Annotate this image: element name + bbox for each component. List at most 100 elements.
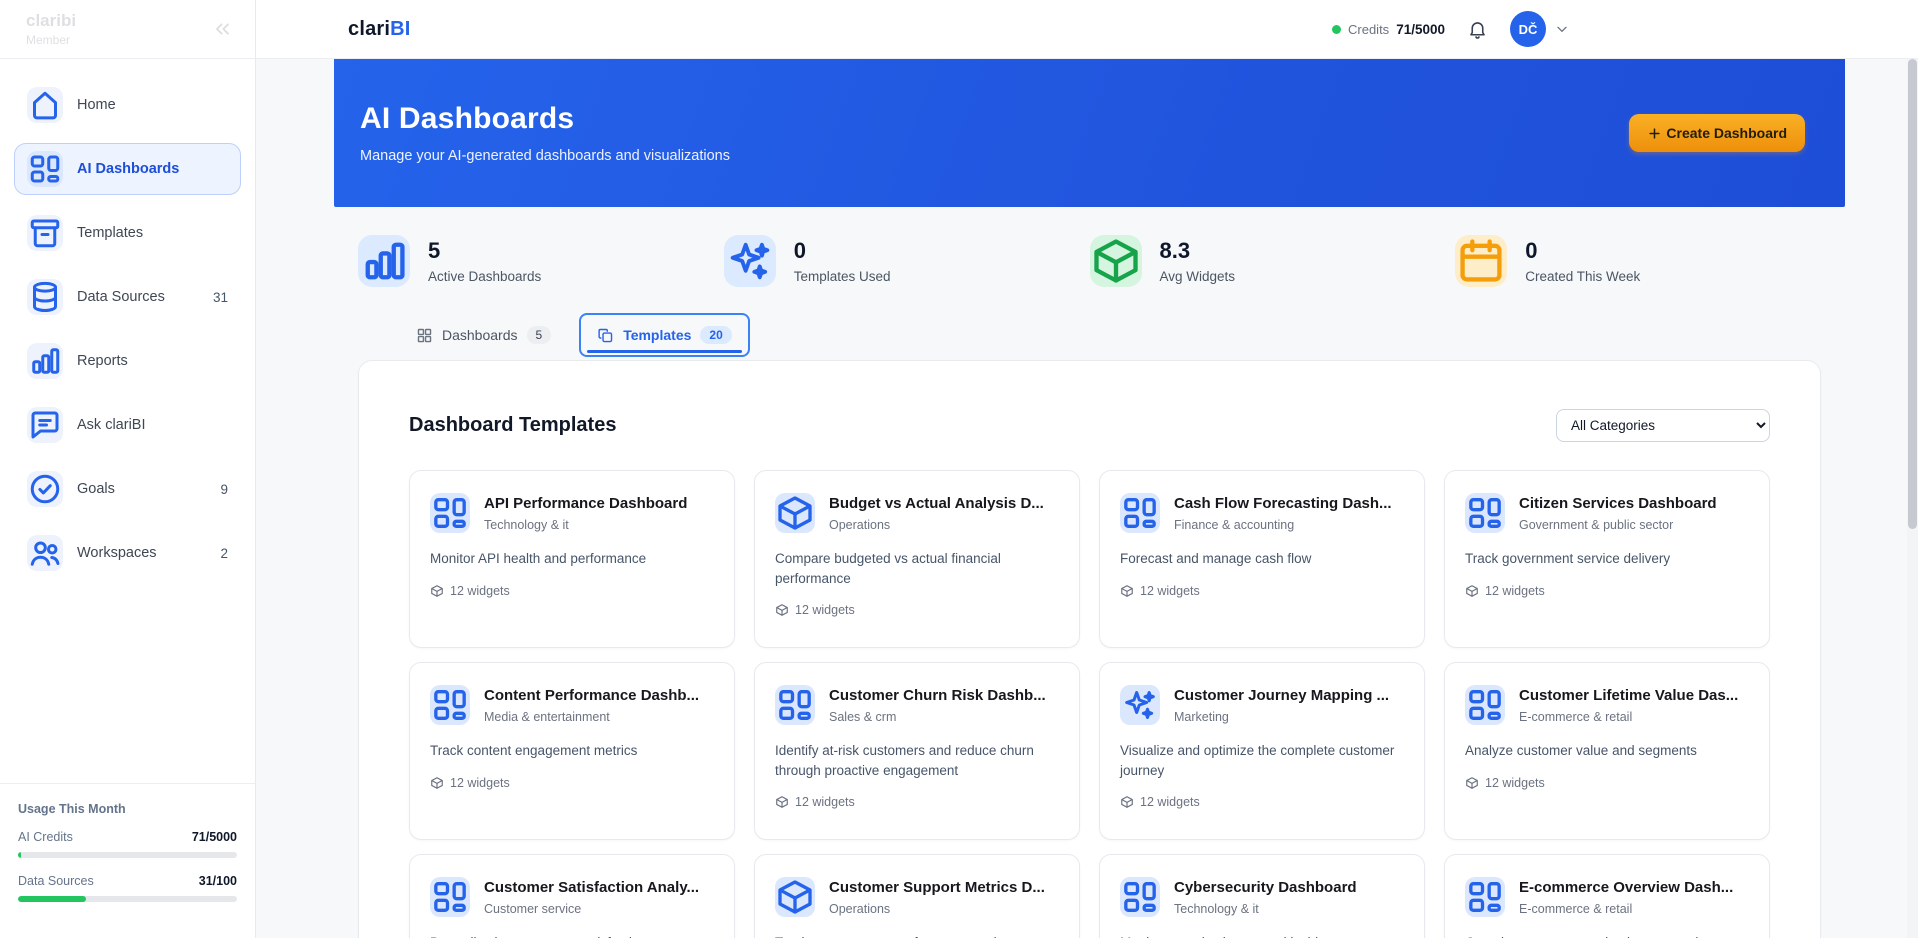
template-category: Customer service <box>484 902 582 916</box>
tab-count-badge: 5 <box>526 326 552 344</box>
cube-icon <box>1465 776 1479 790</box>
cube-icon <box>778 880 812 914</box>
scrollbar[interactable] <box>1907 59 1918 938</box>
template-card[interactable]: Citizen Services Dashboard Government & … <box>1444 470 1770 648</box>
usage-progress-track <box>18 896 237 902</box>
dashboard-icon <box>30 155 60 183</box>
dashboard-icon <box>1469 882 1501 912</box>
usage-value: 31/100 <box>198 874 237 888</box>
credits-indicator: Credits 71/5000 <box>1332 22 1445 37</box>
sidebar-item-badge: 9 <box>220 481 228 497</box>
template-card[interactable]: API Performance Dashboard Technology & i… <box>409 470 735 648</box>
sidebar-item-workspaces[interactable]: Workspaces 2 <box>14 527 241 579</box>
bell-icon <box>1470 21 1485 39</box>
sidebar-item-label: Goals <box>77 481 115 497</box>
template-widget-count: 12 widgets <box>1120 795 1404 809</box>
home-icon <box>33 91 57 120</box>
tab-count-badge: 20 <box>700 326 732 344</box>
app-logo-prefix: clari <box>348 17 391 40</box>
page-subtitle: Manage your AI-generated dashboards and … <box>360 148 730 164</box>
sidebar-item-ai-dashboards[interactable]: AI Dashboards <box>14 143 241 195</box>
cube-icon <box>431 584 443 597</box>
template-description: Compare budgeted vs actual financial per… <box>775 551 1001 586</box>
template-title: Citizen Services Dashboard <box>1519 495 1717 512</box>
template-category: E-commerce & retail <box>1519 710 1633 724</box>
stat-label: Templates Used <box>793 269 891 284</box>
sidebar-item-reports[interactable]: Reports <box>14 335 241 387</box>
tab-label: Dashboards <box>442 327 518 343</box>
sidebar-item-data-sources[interactable]: Data Sources 31 <box>14 271 241 323</box>
template-title: Customer Journey Mapping ... <box>1174 687 1390 704</box>
template-title: API Performance Dashboard <box>484 495 688 512</box>
sidebar-item-label: Workspaces <box>77 545 157 561</box>
sidebar-item-label: Templates <box>77 225 144 241</box>
stats-row: 5 Active Dashboards 0 Templates Used 8.3… <box>358 235 1821 287</box>
stat-label: Avg Widgets <box>1159 269 1236 284</box>
dashboard-icon <box>1124 882 1156 912</box>
template-description: Analyze customer value and segments <box>1465 743 1697 758</box>
template-card[interactable]: Customer Churn Risk Dashb... Sales & crm… <box>754 662 1080 840</box>
create-dashboard-button[interactable]: Create Dashboard <box>1629 114 1805 152</box>
sidebar-item-templates[interactable]: Templates <box>14 207 241 259</box>
template-widget-count: 12 widgets <box>775 603 1059 617</box>
topbar: clariBI Credits 71/5000 DČ <box>256 0 1918 59</box>
sidebar-item-ask-claribi[interactable]: Ask clariBI <box>14 399 241 451</box>
template-card[interactable]: Customer Support Metrics D... Operations… <box>754 854 1080 938</box>
template-card[interactable]: Content Performance Dashb... Media & ent… <box>409 662 735 840</box>
sidebar-item-home[interactable]: Home <box>14 79 241 131</box>
template-description: Monitor security threats and incidents <box>1120 933 1404 938</box>
stat-value: 0 <box>793 238 806 263</box>
avatar[interactable]: DČ <box>1510 11 1546 47</box>
template-title: Cybersecurity Dashboard <box>1174 879 1357 896</box>
template-category: E-commerce & retail <box>1519 902 1633 916</box>
template-category: Finance & accounting <box>1174 518 1295 532</box>
stat-label: Active Dashboards <box>428 269 542 284</box>
sidebar-collapse-button[interactable] <box>211 18 233 40</box>
sidebar-item-goals[interactable]: Goals 9 <box>14 463 241 515</box>
template-description: Forecast and manage cash flow <box>1120 551 1312 566</box>
tab-dashboards[interactable]: Dashboards 5 <box>398 313 569 357</box>
template-category: Operations <box>829 518 891 532</box>
user-menu[interactable]: DČ <box>1510 11 1570 47</box>
notifications-button[interactable] <box>1467 19 1488 40</box>
copy-icon <box>598 328 613 342</box>
template-category: Operations <box>829 902 891 916</box>
category-filter-select[interactable]: All Categories <box>1556 409 1770 442</box>
template-card[interactable]: Customer Journey Mapping ... Marketing V… <box>1099 662 1425 840</box>
sparkles-icon <box>1125 691 1155 719</box>
bell-icon <box>1467 19 1488 40</box>
page-title: AI Dashboards <box>360 102 575 135</box>
template-card[interactable]: Cybersecurity Dashboard Technology & it … <box>1099 854 1425 938</box>
stat-created-this-week: 0 Created This Week <box>1455 235 1821 287</box>
panel-header: Dashboard Templates All Categories <box>409 409 1770 442</box>
content-scroll-area[interactable]: AI Dashboards Manage your AI-generated d… <box>256 59 1918 938</box>
usage-row: Data Sources 31/100 <box>18 874 237 888</box>
usage-row: AI Credits 71/5000 <box>18 830 237 844</box>
tab-label: Templates <box>623 327 692 343</box>
stat-value: 0 <box>1525 238 1538 263</box>
template-card[interactable]: E-commerce Overview Dash... E-commerce &… <box>1444 854 1770 938</box>
template-description: Complete e-commerce business overview <box>1465 933 1749 938</box>
template-title: Budget vs Actual Analysis D... <box>829 495 1044 512</box>
dashboard-icon <box>1469 498 1501 528</box>
usage-value: 71/5000 <box>191 830 237 844</box>
cube-icon <box>1120 584 1134 598</box>
template-description: Visualize and optimize the complete cust… <box>1120 743 1395 778</box>
template-card[interactable]: Customer Satisfaction Analy... Customer … <box>409 854 735 938</box>
plus-icon <box>1647 126 1662 141</box>
template-category: Media & entertainment <box>484 710 610 724</box>
sidebar-brand: claribi Member <box>26 11 76 47</box>
chevrons-left-icon <box>216 23 229 35</box>
sidebar-item-badge: 31 <box>212 289 228 305</box>
template-card[interactable]: Cash Flow Forecasting Dash... Finance & … <box>1099 470 1425 648</box>
scrollbar-thumb[interactable] <box>1908 59 1917 529</box>
template-card[interactable]: Budget vs Actual Analysis D... Operation… <box>754 470 1080 648</box>
template-category: Technology & it <box>484 518 569 532</box>
credits-status-dot <box>1332 24 1341 34</box>
app-root: claribi Member Home AI Dashboards Templa… <box>0 0 1918 938</box>
tab-templates[interactable]: Templates 20 <box>579 313 750 357</box>
template-card[interactable]: Customer Lifetime Value Das... E-commerc… <box>1444 662 1770 840</box>
hero-banner: AI Dashboards Manage your AI-generated d… <box>334 59 1845 207</box>
template-description: Monitor API health and performance <box>430 551 647 566</box>
templates-grid: API Performance Dashboard Technology & i… <box>409 470 1770 938</box>
